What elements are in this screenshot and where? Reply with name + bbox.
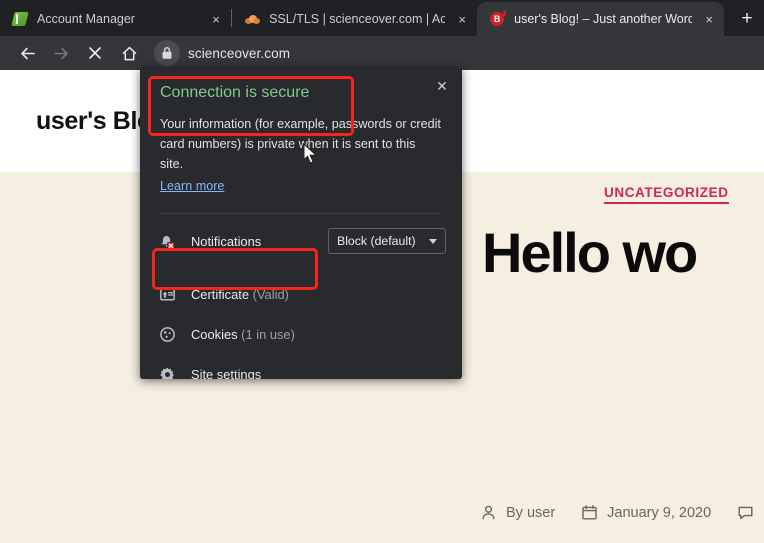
learn-more-link[interactable]: Learn more (160, 179, 224, 193)
menu-item-label: Certificate (Valid) (191, 287, 289, 302)
notifications-permission-select[interactable]: Block (default) (328, 228, 446, 254)
comment-icon (738, 506, 753, 520)
tab-close-button[interactable]: × (698, 8, 720, 30)
cookies-count: (1 in use) (237, 326, 295, 342)
url-text: scienceover.com (188, 45, 291, 61)
orange-cloud-icon (244, 11, 260, 27)
gear-icon (156, 366, 178, 379)
post-comments (737, 504, 763, 521)
connection-status-title: Connection is secure (160, 84, 310, 101)
tab-title: user's Blog! – Just another WordP (514, 12, 693, 26)
menu-item-site-settings[interactable]: Site settings (140, 354, 462, 379)
green-document-icon (11, 11, 29, 27)
tab-users-blog[interactable]: B user's Blog! – Just another WordP × (477, 2, 725, 36)
post-author-label: By user (506, 504, 556, 521)
stop-x-icon[interactable] (80, 38, 110, 68)
cookies-label: Cookies (191, 326, 238, 342)
tab-close-button[interactable]: × (451, 8, 473, 30)
menu-item-certificate[interactable]: Certificate (Valid) (140, 274, 462, 314)
certificate-status: (Valid) (249, 286, 289, 302)
notifications-blocked-bell-icon (156, 232, 178, 250)
red-b-icon: B (489, 11, 505, 27)
chevron-down-icon (429, 238, 437, 244)
select-value: Block (default) (337, 234, 416, 248)
site-information-popup: ✕ Connection is secure Your information … (140, 66, 462, 379)
certificate-icon (156, 286, 178, 303)
tab-title: Account Manager (37, 12, 135, 26)
address-bar[interactable]: scienceover.com (154, 39, 764, 67)
post-date-label: January 9, 2020 (607, 504, 712, 521)
menu-item-label: Site settings (191, 366, 262, 380)
tab-account-manager[interactable]: Account Manager × (0, 2, 232, 36)
post-category-link[interactable]: UNCATEGORIZED (604, 185, 729, 204)
home-icon[interactable] (114, 38, 144, 68)
tab-title: SSL/TLS | scienceover.com | Acco (269, 12, 446, 26)
tab-ssl-tls[interactable]: SSL/TLS | scienceover.com | Acco × (232, 2, 478, 36)
calendar-icon (582, 505, 597, 520)
permission-row-notifications: Notifications Block (default) (140, 214, 462, 268)
cookie-icon (156, 326, 178, 343)
connection-status-description: Your information (for example, passwords… (160, 117, 441, 171)
popup-header: Connection is secure Your information (f… (140, 66, 462, 214)
certificate-label: Certificate (191, 286, 250, 302)
mouse-cursor (303, 142, 319, 170)
browser-toolbar: scienceover.com (0, 36, 764, 70)
lock-icon[interactable] (154, 40, 180, 66)
person-icon (482, 505, 495, 520)
close-icon[interactable]: ✕ (430, 74, 454, 98)
new-tab-button[interactable]: + (730, 2, 764, 36)
tab-close-button[interactable]: × (205, 8, 227, 30)
permission-label: Notifications (191, 233, 262, 249)
post-title[interactable]: Hello wo (482, 220, 698, 285)
post-meta: By user January 9, 2020 (480, 504, 764, 521)
back-arrow-icon[interactable] (12, 38, 42, 68)
post-date: January 9, 2020 (581, 504, 711, 521)
forward-arrow-icon[interactable] (46, 38, 76, 68)
menu-item-cookies[interactable]: Cookies (1 in use) (140, 314, 462, 354)
site-title[interactable]: user's Blo (36, 107, 152, 136)
tab-strip: Account Manager × SSL/TLS | scienceover.… (0, 0, 764, 36)
browser-window: Account Manager × SSL/TLS | scienceover.… (0, 0, 764, 543)
post-author: By user (480, 504, 555, 521)
menu-item-label: Cookies (1 in use) (191, 327, 295, 342)
